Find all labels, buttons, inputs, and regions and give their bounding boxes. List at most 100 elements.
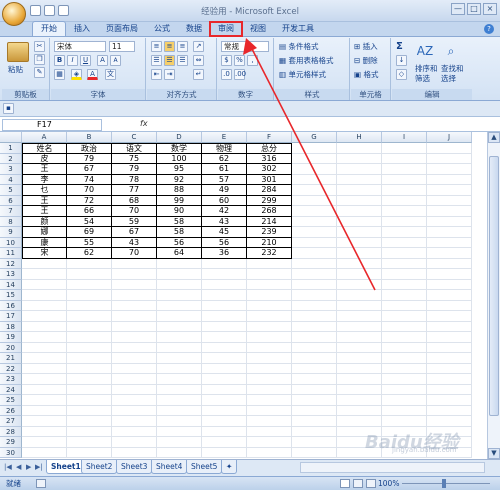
row-header-27[interactable]: 27 — [0, 416, 22, 427]
cell-B4[interactable]: 74 — [67, 174, 112, 185]
cell-I5[interactable] — [382, 185, 427, 196]
cell-E5[interactable]: 49 — [202, 185, 247, 196]
cell-C20[interactable] — [112, 342, 157, 353]
tab-formulas[interactable]: 公式 — [146, 22, 178, 36]
format-painter-icon[interactable]: ✎ — [34, 67, 45, 78]
cell-J11[interactable] — [427, 248, 472, 259]
cell-I23[interactable] — [382, 374, 427, 385]
cell-D7[interactable]: 90 — [157, 206, 202, 217]
cell-I17[interactable] — [382, 311, 427, 322]
row-header-17[interactable]: 17 — [0, 311, 22, 322]
conditional-format-button[interactable]: ▤ 条件格式 — [279, 41, 318, 52]
cell-H5[interactable] — [337, 185, 382, 196]
cell-F2[interactable]: 316 — [247, 153, 292, 164]
cell-D23[interactable] — [157, 374, 202, 385]
shrink-font-button[interactable]: A — [110, 55, 121, 66]
cell-A28[interactable] — [22, 426, 67, 437]
cell-F12[interactable] — [247, 258, 292, 269]
cell-D14[interactable] — [157, 279, 202, 290]
cell-E14[interactable] — [202, 279, 247, 290]
row-header-3[interactable]: 3 — [0, 164, 22, 175]
cell-A26[interactable] — [22, 405, 67, 416]
merge-center-icon[interactable]: ⇔ — [193, 55, 204, 66]
row-header-6[interactable]: 6 — [0, 195, 22, 206]
cell-J25[interactable] — [427, 395, 472, 406]
cell-B24[interactable] — [67, 384, 112, 395]
cell-E30[interactable] — [202, 447, 247, 458]
cell-C5[interactable]: 77 — [112, 185, 157, 196]
cell-I4[interactable] — [382, 174, 427, 185]
cell-E12[interactable] — [202, 258, 247, 269]
cut-icon[interactable]: ✂ — [34, 41, 45, 52]
copy-icon[interactable]: ❐ — [34, 54, 45, 65]
fill-color-icon[interactable]: ◈ — [71, 69, 82, 80]
macro-record-icon[interactable] — [36, 479, 46, 488]
tab-developer[interactable]: 开发工具 — [274, 22, 322, 36]
cell-F24[interactable] — [247, 384, 292, 395]
clear-icon[interactable]: ◇ — [396, 69, 407, 80]
cell-I18[interactable] — [382, 321, 427, 332]
cell-A13[interactable] — [22, 269, 67, 280]
close-button[interactable]: × — [483, 3, 497, 15]
autosum-icon[interactable]: Σ — [396, 41, 403, 52]
row-header-2[interactable]: 2 — [0, 153, 22, 164]
cell-F29[interactable] — [247, 437, 292, 448]
cell-B15[interactable] — [67, 290, 112, 301]
cell-G3[interactable] — [292, 164, 337, 175]
name-box[interactable]: F17 — [2, 119, 102, 131]
find-select-label-2[interactable]: 选择 — [441, 73, 456, 84]
column-header-C[interactable]: C — [112, 132, 157, 143]
border-icon[interactable]: ▦ — [54, 69, 65, 80]
cell-F28[interactable] — [247, 426, 292, 437]
cell-A27[interactable] — [22, 416, 67, 427]
cell-J16[interactable] — [427, 300, 472, 311]
phonetic-button[interactable]: 文 — [105, 69, 116, 80]
cell-G16[interactable] — [292, 300, 337, 311]
cell-H21[interactable] — [337, 353, 382, 364]
cell-C28[interactable] — [112, 426, 157, 437]
cell-B14[interactable] — [67, 279, 112, 290]
save-icon[interactable] — [30, 5, 41, 16]
cell-I16[interactable] — [382, 300, 427, 311]
cell-H3[interactable] — [337, 164, 382, 175]
cell-G15[interactable] — [292, 290, 337, 301]
row-header-12[interactable]: 12 — [0, 258, 22, 269]
cell-J23[interactable] — [427, 374, 472, 385]
cell-J21[interactable] — [427, 353, 472, 364]
cell-J27[interactable] — [427, 416, 472, 427]
cell-D13[interactable] — [157, 269, 202, 280]
cell-J1[interactable] — [427, 143, 472, 154]
cell-A21[interactable] — [22, 353, 67, 364]
cell-C27[interactable] — [112, 416, 157, 427]
cell-A8[interactable]: 颜 — [22, 216, 67, 227]
cell-A7[interactable]: 王 — [22, 206, 67, 217]
cell-J2[interactable] — [427, 153, 472, 164]
cell-G7[interactable] — [292, 206, 337, 217]
column-header-B[interactable]: B — [67, 132, 112, 143]
column-header-G[interactable]: G — [292, 132, 337, 143]
cell-F1[interactable]: 总分 — [247, 143, 292, 154]
cell-D25[interactable] — [157, 395, 202, 406]
cell-J13[interactable] — [427, 269, 472, 280]
cell-E3[interactable]: 61 — [202, 164, 247, 175]
cell-C7[interactable]: 70 — [112, 206, 157, 217]
cell-G13[interactable] — [292, 269, 337, 280]
insert-cells-button[interactable]: ⊞ 插入 — [354, 41, 378, 52]
select-all-corner[interactable] — [0, 132, 22, 143]
cell-A11[interactable]: 宋 — [22, 248, 67, 259]
cell-H10[interactable] — [337, 237, 382, 248]
cell-G19[interactable] — [292, 332, 337, 343]
cell-E9[interactable]: 45 — [202, 227, 247, 238]
row-header-19[interactable]: 19 — [0, 332, 22, 343]
cell-G23[interactable] — [292, 374, 337, 385]
cell-B25[interactable] — [67, 395, 112, 406]
minimize-button[interactable]: — — [451, 3, 465, 15]
cell-J10[interactable] — [427, 237, 472, 248]
align-left-icon[interactable]: ☰ — [151, 55, 162, 66]
tab-data[interactable]: 数据 — [178, 22, 210, 36]
row-header-9[interactable]: 9 — [0, 227, 22, 238]
cell-E13[interactable] — [202, 269, 247, 280]
cell-F16[interactable] — [247, 300, 292, 311]
cell-E23[interactable] — [202, 374, 247, 385]
cell-H26[interactable] — [337, 405, 382, 416]
